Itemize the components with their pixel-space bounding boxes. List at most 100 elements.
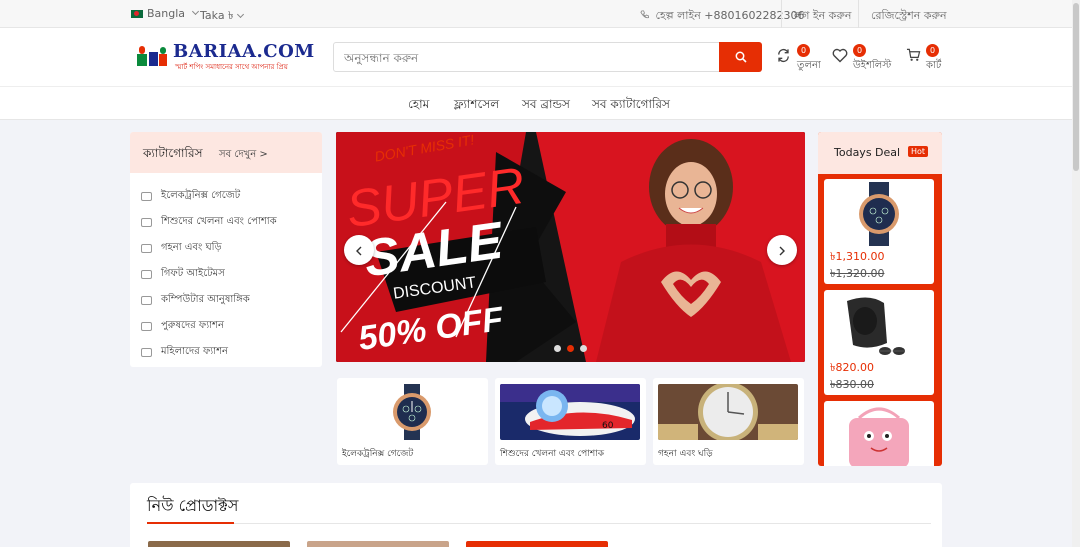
scrollbar-thumb[interactable] [1073,3,1079,171]
slider-dot[interactable] [554,345,561,352]
product-thumbnail[interactable] [307,541,449,547]
category-item[interactable]: মহিলাদের ফ্যাশন [141,339,277,365]
main-nav: হোম ফ্ল্যাশসেল সব ব্রান্ডস সব ক্যাটাগোরি… [0,86,1072,120]
new-products-title: নিউ প্রোডাক্টস [147,496,239,515]
category-icon [141,243,152,253]
wishlist-button[interactable]: 0 উইশলিস্ট [832,44,894,74]
category-icon [141,347,152,357]
deal-product-card[interactable] [824,401,934,466]
nav-all-brands[interactable]: সব ব্রান্ডস [522,96,570,116]
watch-image [829,182,929,246]
todays-deal-panel: Todays Deal Hot ৳1,310.00 ৳1,320.00 ৳820… [818,132,942,466]
watch-image [658,384,798,440]
category-card-label: ইলেকট্রনিক্স গেজেট [342,449,414,459]
nav-all-categories[interactable]: সব ক্যাটাগোরিস [592,96,670,116]
currency-label: Taka ৳ [200,9,234,22]
hero-banner-slider[interactable]: DON'T MISS IT! SUPER SALE DISCOUNT 50% O… [336,132,805,362]
nav-home[interactable]: হোম [408,96,429,116]
compare-count-badge: 0 [797,44,810,57]
category-icon [141,295,152,305]
todays-deal-header: Todays Deal Hot [818,132,942,174]
category-icon [141,191,152,201]
category-header: ক্যাটাগোরিস সব দেখুন > [130,132,322,173]
category-label: শিশুদের খেলনা এবং পোশাক [161,215,277,227]
category-card[interactable]: গহনা এবং ঘড়ি [653,378,804,465]
search-input[interactable] [344,49,714,67]
wishlist-count-badge: 0 [853,44,866,57]
category-item[interactable]: পুরুষদের ফ্যাশন [141,313,277,339]
category-list: ইলেকট্রনিক্স গেজেট শিশুদের খেলনা এবং পোশ… [141,183,277,365]
watch-image [342,384,482,440]
category-item[interactable]: গিফট আইটেমস [141,261,277,287]
category-icon [141,269,152,279]
nav-flash-sale[interactable]: ফ্ল্যাশসেল [454,96,499,116]
bangladesh-flag-icon [131,9,143,18]
login-link[interactable]: লগ ইন করুন [794,7,851,26]
slider-dot-active[interactable] [567,345,574,352]
category-icon [141,321,152,331]
hot-badge: Hot [908,146,929,157]
category-item[interactable]: শিশুদের খেলনা এবং পোশাক [141,209,277,235]
main-header: BARIAA.COM স্মার্ট শপিং সমাধানের সাথে আপ… [0,28,1072,86]
slider-dots [554,345,587,352]
search-bar [333,42,762,72]
cart-count-badge: 0 [926,44,939,57]
category-label: মহিলাদের ফ্যাশন [161,345,228,357]
category-card[interactable]: ইলেকট্রনিক্স গেজেট [337,378,488,465]
logo-tagline: স্মার্ট শপিং সমাধানের সাথে আপনার প্রিয় [175,63,288,71]
logo-mark-icon [135,42,169,70]
register-link[interactable]: রেজিস্ট্রেশন করুন [871,7,947,26]
todays-deal-title: Todays Deal [834,146,901,159]
helpline-text: হেল্প লাইন +8801602282306 [655,9,805,22]
section-underline [147,522,234,524]
category-label: ইলেকট্রনিক্স গেজেট [161,189,241,201]
deal-old-price: ৳830.00 [830,378,874,391]
search-icon [735,48,747,67]
deal-old-price: ৳1,320.00 [830,267,885,280]
category-item[interactable]: কম্পিউটার আনুষাঙ্গিক [141,287,277,313]
category-label: কম্পিউটার আনুষাঙ্গিক [161,293,250,305]
category-title: ক্যাটাগোরিস [143,146,203,160]
section-divider [147,523,931,524]
product-thumbnail[interactable] [148,541,290,547]
category-label: গহনা এবং ঘড়ি [161,241,222,253]
language-label: Bangla [147,7,186,20]
search-button[interactable] [719,42,762,72]
slider-prev-button[interactable] [344,235,374,265]
cart-button[interactable]: 0 কার্ট [906,44,944,74]
new-products-section: নিউ প্রোডাক্টস [130,483,942,547]
divider [858,0,859,28]
category-item[interactable]: ইলেকট্রনিক্স গেজেট [141,183,277,209]
category-label: পুরুষদের ফ্যাশন [161,319,224,331]
deal-product-card[interactable]: ৳1,310.00 ৳1,320.00 [824,179,934,284]
divider [781,0,782,28]
logo-text: BARIAA.COM [173,41,315,62]
helpline[interactable]: হেল্প লাইন +8801602282306 [640,7,804,26]
deal-product-card[interactable]: ৳820.00 ৳830.00 [824,290,934,395]
chevron-left-icon [355,241,363,260]
cap-image [829,293,929,357]
site-logo[interactable]: BARIAA.COM স্মার্ট শপিং সমাধানের সাথে আপ… [135,41,314,72]
language-selector[interactable]: Bangla [131,7,200,20]
cart-label: কার্ট [926,60,942,71]
slider-next-button[interactable] [767,235,797,265]
compare-button[interactable]: 0 তুলনা [776,44,822,74]
toy-car-image: 60 [500,384,640,440]
category-sidebar: ক্যাটাগোরিস সব দেখুন > ইলেকট্রনিক্স গেজে… [130,132,322,367]
phone-icon [640,9,653,22]
see-all-link[interactable]: সব দেখুন > [219,147,268,164]
page-scrollbar[interactable] [1072,0,1080,547]
chevron-down-icon [236,10,244,19]
currency-selector[interactable]: Taka ৳ [200,7,244,26]
svg-text:60: 60 [602,421,614,431]
chevron-down-icon [192,7,200,16]
category-item[interactable]: গহনা এবং ঘড়ি [141,235,277,261]
category-card[interactable]: 60 শিশুদের খেলনা এবং পোশাক [495,378,646,465]
top-bar: Bangla Taka ৳ হেল্প লাইন +8801602282306 … [0,0,1072,28]
category-card-label: শিশুদের খেলনা এবং পোশাক [500,449,605,459]
bag-image [829,404,929,466]
product-thumbnail[interactable] [466,541,608,547]
wishlist-label: উইশলিস্ট [853,60,892,71]
category-card-label: গহনা এবং ঘড়ি [658,449,713,459]
slider-dot[interactable] [580,345,587,352]
